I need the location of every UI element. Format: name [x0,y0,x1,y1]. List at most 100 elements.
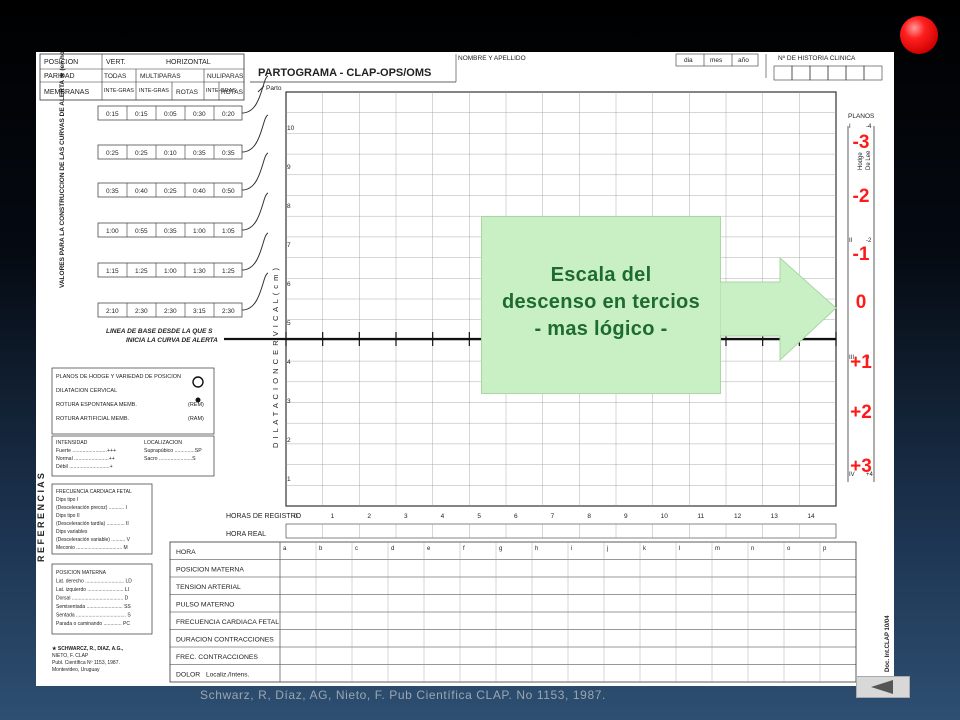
digit-box [809,65,829,81]
label-parto: Parto [266,85,282,92]
label-planos: PLANOS [848,113,875,120]
x-tick-label: 8 [587,513,591,520]
callout-line-1: Escala del [550,264,652,286]
data-table-row-label: PULSO MATERNO [176,602,234,609]
alert-curve [241,114,269,153]
alert-value: 1:25 [135,268,148,275]
ref-text: Normal ........................++ [56,456,115,462]
data-table-row-label: POSICION MATERNA [176,567,244,574]
alert-value: 0:35 [106,188,119,195]
label-historia: Nº DE HISTORIA CLINICA [778,55,856,62]
alert-value: 0:20 [222,111,235,118]
ref-text: Meconio ................................… [56,545,128,551]
ref-text: Débil ............................+ [56,464,113,470]
data-table-row-label: FRECUENCIA CARDIACA FETAL [176,619,279,626]
alert-curve [241,192,269,231]
column-letter: b [319,546,323,552]
ref-author: ★ SCHWARCZ, R., DIAZ, A.G., [52,646,124,652]
label-referencias: R E F E R E N C I A S [36,473,46,562]
ref-text: Fuerte ........................+++ [56,448,116,454]
label-inte-gras: INTE-GRAS [139,88,169,94]
x-tick-label: 2 [367,513,371,520]
digit-box [827,65,847,81]
label-anio: año [738,57,749,64]
x-tick-label: 6 [514,513,518,520]
alert-value: 2:30 [164,308,177,315]
alert-curve [241,152,269,191]
ref-text: Semisentada .......................... S… [56,604,131,610]
column-letter: m [715,546,720,552]
alert-value: 0:30 [193,111,206,118]
label-rotas: ROTAS [176,89,199,96]
label-mes: mes [710,57,723,64]
dilatacion-dot-icon [195,397,201,403]
label-dilatacion: D I L A T A C I O N C E R V I C A L ( c … [271,267,280,448]
alert-curve [241,272,269,311]
data-table-row-label: TENSION ARTERIAL [176,584,241,591]
alert-side-label: VALORES PARA LA CONSTRUCCION DE LAS CURV… [58,52,66,288]
column-letter: j [606,546,608,552]
digit-box [863,65,883,81]
y-tick-label: 8 [287,203,291,210]
alert-value: 0:35 [164,228,177,235]
nav-back-button[interactable] [856,676,910,698]
column-letter: d [391,546,394,552]
column-letter: g [499,546,502,552]
ref-text: Parada o caminando ............. PC [56,621,130,627]
label-horizontal: HORIZONTAL [166,59,211,66]
x-tick-label: 7 [551,513,555,520]
baseline-label: LINEA DE BASE DESDE LA QUE S [106,328,213,335]
ref-code: (REM) [188,402,204,408]
ref-text: Dips tipo I [56,497,78,503]
descent-scale-label: +2 [850,402,872,423]
descent-scale-label: +1 [850,352,872,373]
data-table-row-label: DOLOR [176,672,200,679]
alert-value: 0:35 [222,150,235,157]
x-tick-label: 11 [697,513,704,520]
ref-text: Dips tipo II [56,513,80,519]
de-lee-tick: -4 [866,124,872,130]
label-rotas: ROTAS [221,89,244,96]
x-tick-label: 10 [661,513,669,520]
column-letter: e [427,546,431,552]
alert-value: 0:10 [164,150,177,157]
red-dot-icon [900,16,938,54]
column-letter: o [787,546,791,552]
descent-scale-label: +3 [850,456,872,477]
x-tick-label: 9 [624,513,628,520]
ref-code: (RAM) [188,416,204,422]
column-letter: p [823,546,827,552]
ref-author: Montevideo, Uruguay [52,667,100,673]
callout-text: Escala del descenso en tercios - mas lóg… [481,262,721,343]
y-tick-label: 9 [287,164,291,171]
hodge-symbol-icon [192,376,204,388]
column-letter: c [355,546,358,552]
baseline-label: INICIA LA CURVA DE ALERTA [126,337,218,344]
partograma-form: POSICION PARIDAD MEMBRANAS VERT. HORIZONTAL T… [36,52,894,686]
column-letter: f [463,546,465,552]
parto-arrow [257,85,265,93]
label-vert: VERT. [106,59,126,66]
callout-line-2: descenso en tercios [501,291,700,313]
planos-tick: I [849,124,851,130]
ref-text: Sentada ................................… [56,613,131,619]
alert-value: 0:25 [106,150,119,157]
descent-scale-label: -2 [852,186,870,207]
x-tick-label: 0 [294,513,298,520]
ref-text: FRECUENCIA CARDIACA FETAL [56,489,132,495]
ref-text: LOCALIZACION [144,440,182,446]
ref-author: Publ. Científica Nº 1153, 1987. [52,660,120,666]
ref-text: Sacro .......................S [144,456,196,462]
label-dia: dia [684,57,693,64]
column-letter: h [535,546,538,552]
descent-scale-label: -1 [852,244,870,265]
data-table-row-label: DURACION CONTRACCIONES [176,637,274,644]
label-inte-gras: INTE-GRAS [104,88,134,94]
form-drawing: POSICIONPARIDADMEMBRANASVERT. HORIZONTALT… [36,52,891,683]
column-letter: n [751,546,754,552]
alert-value: 1:00 [106,228,119,235]
ref-text: ROTURA ESPONTANEA MEMB. [56,402,137,408]
descent-scale-label: -3 [852,132,870,153]
label-multiparas: MULTIPARAS [140,73,181,80]
column-letter: k [643,546,647,552]
